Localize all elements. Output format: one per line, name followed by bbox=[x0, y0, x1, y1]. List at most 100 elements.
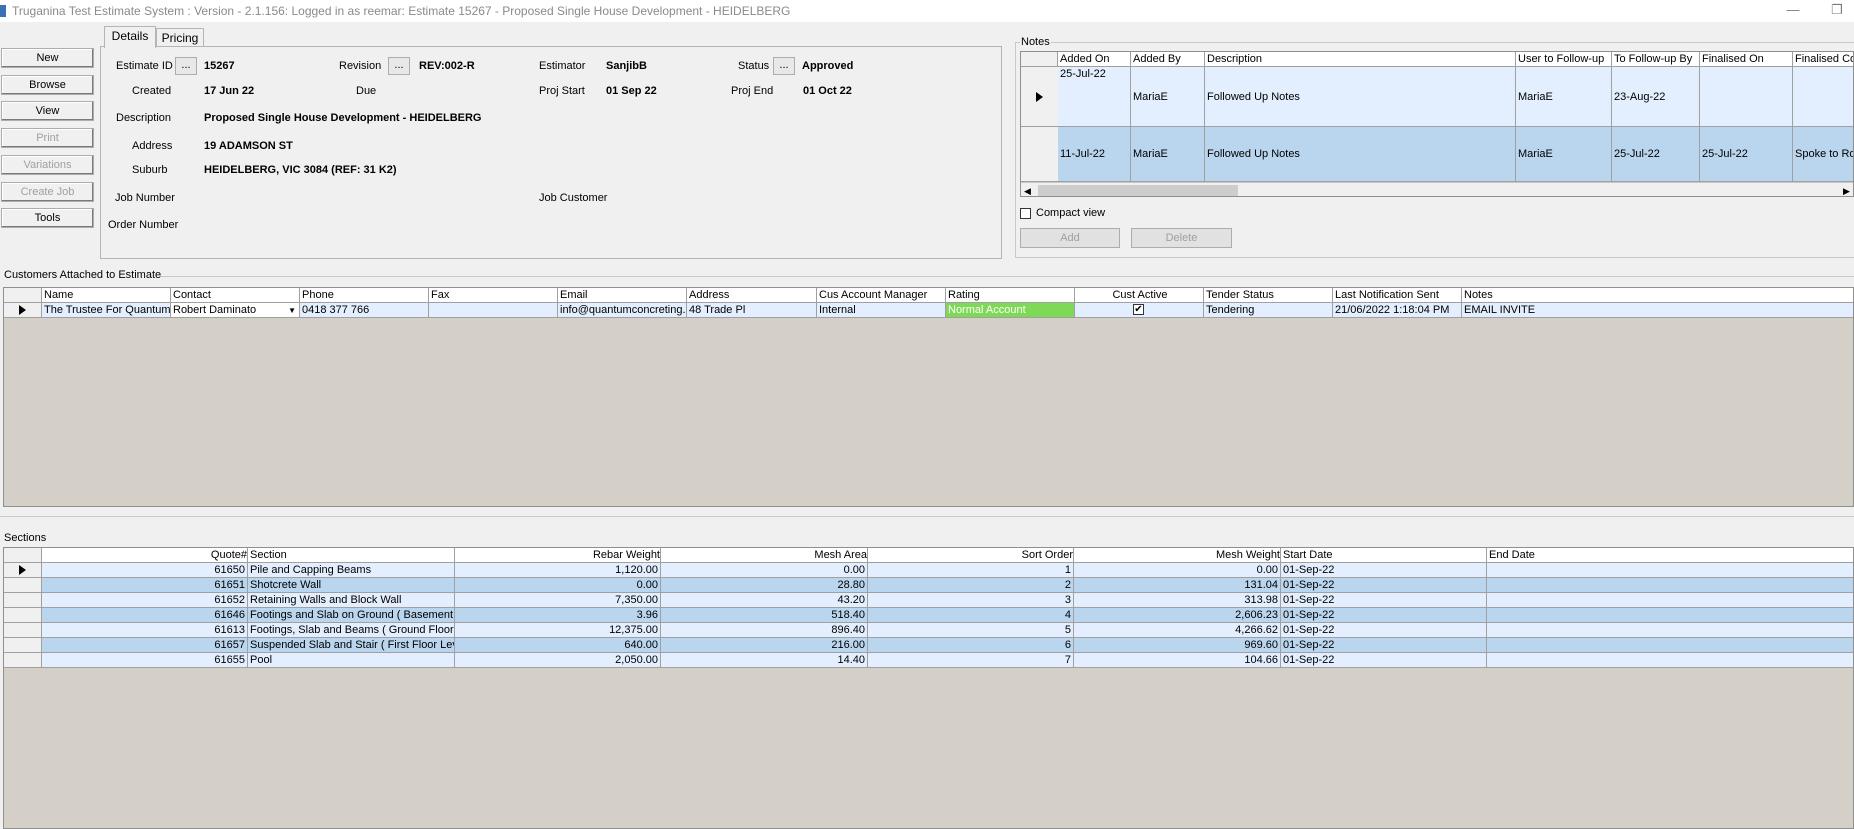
section-start-date-cell[interactable]: 01-Sep-22 bbox=[1281, 593, 1487, 608]
section-quote-cell[interactable]: 61655 bbox=[42, 653, 248, 668]
section-rebar-weight-cell[interactable]: 2,050.00 bbox=[455, 653, 661, 668]
notes-col-finalised-comment[interactable]: Finalised Co bbox=[1793, 52, 1853, 67]
section-mesh-weight-cell[interactable]: 0.00 bbox=[1074, 563, 1281, 578]
section-mesh-weight-cell[interactable]: 104.66 bbox=[1074, 653, 1281, 668]
cust-col-tender-status[interactable]: Tender Status bbox=[1204, 288, 1333, 303]
notes-grid[interactable]: Added On Added By Description User to Fo… bbox=[1020, 51, 1854, 197]
sec-col-rebar-weight[interactable]: Rebar Weight bbox=[455, 548, 661, 563]
sec-col-section[interactable]: Section bbox=[248, 548, 455, 563]
section-sort-order-cell[interactable]: 5 bbox=[868, 623, 1074, 638]
status-lookup-button[interactable]: ... bbox=[773, 57, 795, 75]
notes-cell[interactable]: Followed Up Notes bbox=[1205, 67, 1516, 127]
section-sort-order-cell[interactable]: 1 bbox=[868, 563, 1074, 578]
section-sort-order-cell[interactable]: 2 bbox=[868, 578, 1074, 593]
section-name-cell[interactable]: Retaining Walls and Block Wall bbox=[248, 593, 455, 608]
notes-col-finalised-on[interactable]: Finalised On bbox=[1700, 52, 1793, 67]
customer-last-notification-cell[interactable]: 21/06/2022 1:18:04 PM bbox=[1333, 303, 1462, 318]
section-name-cell[interactable]: Footings and Slab on Ground ( Basement L bbox=[248, 608, 455, 623]
section-start-date-cell[interactable]: 01-Sep-22 bbox=[1281, 638, 1487, 653]
section-end-date-cell[interactable] bbox=[1487, 608, 1853, 623]
section-row-header[interactable] bbox=[4, 593, 42, 608]
section-rebar-weight-cell[interactable]: 3.96 bbox=[455, 608, 661, 623]
sections-grid[interactable]: Quote# Section Rebar Weight Mesh Area So… bbox=[3, 547, 1854, 829]
revision-lookup-button[interactable]: ... bbox=[388, 57, 410, 75]
cust-col-phone[interactable]: Phone bbox=[300, 288, 429, 303]
section-start-date-cell[interactable]: 01-Sep-22 bbox=[1281, 608, 1487, 623]
section-start-date-cell[interactable]: 01-Sep-22 bbox=[1281, 623, 1487, 638]
notes-cell[interactable]: MariaE bbox=[1131, 67, 1205, 127]
browse-button[interactable]: Browse bbox=[1, 75, 94, 95]
notes-cell[interactable] bbox=[1700, 67, 1793, 127]
cust-col-notes[interactable]: Notes bbox=[1462, 288, 1853, 303]
notes-cell[interactable]: Spoke to Ro bbox=[1793, 127, 1853, 182]
notes-row-header[interactable] bbox=[1021, 127, 1059, 182]
section-mesh-area-cell[interactable]: 14.40 bbox=[661, 653, 868, 668]
tab-pricing[interactable]: Pricing bbox=[156, 28, 204, 48]
notes-cell[interactable]: 25-Jul-22 bbox=[1700, 127, 1793, 182]
section-end-date-cell[interactable] bbox=[1487, 623, 1853, 638]
notes-horizontal-scrollbar[interactable]: ◀ ▶ bbox=[1021, 182, 1853, 196]
scroll-left-icon[interactable]: ◀ bbox=[1024, 186, 1031, 196]
section-row-header[interactable] bbox=[4, 563, 42, 578]
section-quote-cell[interactable]: 61651 bbox=[42, 578, 248, 593]
section-mesh-area-cell[interactable]: 43.20 bbox=[661, 593, 868, 608]
notes-cell[interactable]: Followed Up Notes bbox=[1205, 127, 1516, 182]
sec-col-mesh-weight[interactable]: Mesh Weight bbox=[1074, 548, 1281, 563]
section-rebar-weight-cell[interactable]: 1,120.00 bbox=[455, 563, 661, 578]
cust-col-manager[interactable]: Cus Account Manager bbox=[817, 288, 946, 303]
chevron-down-icon[interactable]: ▼ bbox=[288, 304, 296, 317]
section-end-date-cell[interactable] bbox=[1487, 638, 1853, 653]
compact-view-checkbox[interactable] bbox=[1020, 208, 1031, 219]
section-mesh-weight-cell[interactable]: 131.04 bbox=[1074, 578, 1281, 593]
print-button[interactable]: Print bbox=[1, 128, 94, 148]
section-mesh-weight-cell[interactable]: 2,606.23 bbox=[1074, 608, 1281, 623]
section-mesh-area-cell[interactable]: 896.40 bbox=[661, 623, 868, 638]
cust-col-active[interactable]: Cust Active bbox=[1075, 288, 1204, 303]
customer-active-cell[interactable]: ✔ bbox=[1075, 303, 1204, 318]
customer-phone-cell[interactable]: 0418 377 766 bbox=[300, 303, 429, 318]
section-rebar-weight-cell[interactable]: 12,375.00 bbox=[455, 623, 661, 638]
section-mesh-weight-cell[interactable]: 4,266.62 bbox=[1074, 623, 1281, 638]
cust-col-last-notification[interactable]: Last Notification Sent bbox=[1333, 288, 1462, 303]
notes-cell[interactable]: 25-Jul-22 bbox=[1058, 67, 1131, 127]
section-end-date-cell[interactable] bbox=[1487, 578, 1853, 593]
notes-cell[interactable]: 23-Aug-22 bbox=[1612, 67, 1700, 127]
section-quote-cell[interactable]: 61650 bbox=[42, 563, 248, 578]
cust-col-name[interactable]: Name bbox=[42, 288, 171, 303]
sec-col-quote[interactable]: Quote# bbox=[42, 548, 248, 563]
notes-col-description[interactable]: Description bbox=[1205, 52, 1516, 67]
customer-notes-cell[interactable]: EMAIL INVITE bbox=[1462, 303, 1853, 318]
section-sort-order-cell[interactable]: 6 bbox=[868, 638, 1074, 653]
customer-address-cell[interactable]: 48 Trade Pl bbox=[687, 303, 817, 318]
customer-fax-cell[interactable] bbox=[429, 303, 558, 318]
section-name-cell[interactable]: Pile and Capping Beams bbox=[248, 563, 455, 578]
section-end-date-cell[interactable] bbox=[1487, 563, 1853, 578]
section-sort-order-cell[interactable]: 7 bbox=[868, 653, 1074, 668]
cust-col-fax[interactable]: Fax bbox=[429, 288, 558, 303]
customer-rating-cell[interactable]: Normal Account bbox=[946, 303, 1075, 318]
section-row-header[interactable] bbox=[4, 608, 42, 623]
create-job-button[interactable]: Create Job bbox=[1, 182, 94, 202]
notes-row-header[interactable] bbox=[1021, 67, 1059, 127]
customer-row-header[interactable] bbox=[4, 303, 42, 318]
notes-cell[interactable] bbox=[1793, 67, 1853, 127]
section-name-cell[interactable]: Shotcrete Wall bbox=[248, 578, 455, 593]
section-rebar-weight-cell[interactable]: 7,350.00 bbox=[455, 593, 661, 608]
cust-col-rating[interactable]: Rating bbox=[946, 288, 1075, 303]
section-rebar-weight-cell[interactable]: 0.00 bbox=[455, 578, 661, 593]
notes-col-added-on[interactable]: Added On bbox=[1058, 52, 1131, 67]
section-sort-order-cell[interactable]: 3 bbox=[868, 593, 1074, 608]
section-rebar-weight-cell[interactable]: 640.00 bbox=[455, 638, 661, 653]
section-row-header[interactable] bbox=[4, 638, 42, 653]
section-quote-cell[interactable]: 61646 bbox=[42, 608, 248, 623]
section-mesh-weight-cell[interactable]: 313.98 bbox=[1074, 593, 1281, 608]
section-name-cell[interactable]: Pool bbox=[248, 653, 455, 668]
customer-email-cell[interactable]: info@quantumconcreting.c bbox=[558, 303, 687, 318]
section-mesh-area-cell[interactable]: 0.00 bbox=[661, 563, 868, 578]
add-note-button[interactable]: Add bbox=[1020, 228, 1120, 248]
customer-name-cell[interactable]: The Trustee For Quantum bbox=[42, 303, 171, 318]
section-quote-cell[interactable]: 61657 bbox=[42, 638, 248, 653]
section-start-date-cell[interactable]: 01-Sep-22 bbox=[1281, 653, 1487, 668]
view-button[interactable]: View bbox=[1, 101, 94, 121]
section-start-date-cell[interactable]: 01-Sep-22 bbox=[1281, 578, 1487, 593]
